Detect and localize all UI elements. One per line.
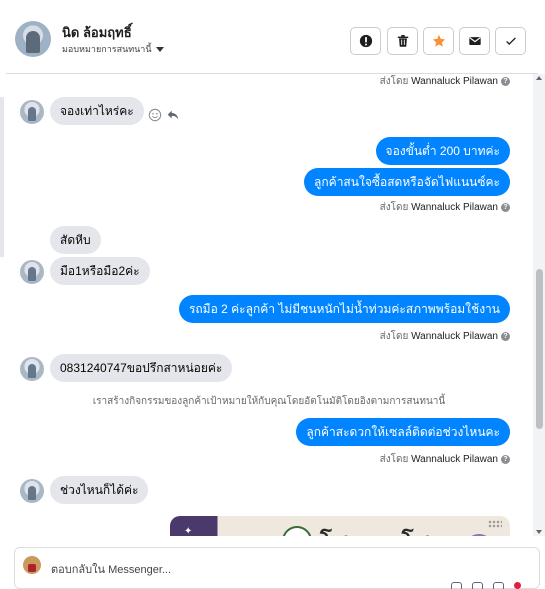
scrollbar-thumb[interactable]: [536, 269, 543, 429]
left-panel-edge: [0, 97, 4, 257]
conversation-header: นิด ล้อมฤทธิ์ มอบหมายการสนทนานี้: [6, 6, 538, 74]
incoming-message[interactable]: สัดหีบ: [50, 226, 101, 254]
outgoing-message[interactable]: จองขั้นต่ำ 200 บาทค่ะ: [375, 137, 510, 165]
thread-scrollbar[interactable]: [533, 74, 545, 536]
emoji-icon[interactable]: [493, 582, 504, 589]
contact-avatar[interactable]: [15, 21, 51, 57]
incoming-message[interactable]: ช่วงไหนก็ได้ค่ะ: [50, 476, 149, 504]
delete-button[interactable]: [387, 27, 418, 55]
scroll-down-icon[interactable]: [536, 530, 542, 534]
report-button[interactable]: [350, 27, 381, 55]
sent-by-line: ส่งโดย Wannaluck Pilawan?: [380, 74, 510, 89]
reply-icon[interactable]: [166, 108, 180, 122]
outgoing-message[interactable]: ลูกค้าสะดวกให้เซลล์ติดต่อช่วงไหนคะ: [296, 418, 510, 446]
composer-tools: [451, 582, 521, 589]
attach-icon[interactable]: [451, 582, 462, 589]
scroll-up-icon[interactable]: [536, 76, 542, 80]
record-icon[interactable]: [514, 582, 521, 589]
mark-done-button[interactable]: [495, 27, 526, 55]
star-button[interactable]: [423, 27, 454, 55]
check-icon: [505, 37, 516, 46]
incoming-message[interactable]: มือ1หรือมือ2ค่ะ: [50, 257, 150, 285]
contact-avatar-small[interactable]: [20, 479, 44, 503]
mail-icon: [468, 37, 481, 45]
sender-name[interactable]: Wannaluck Pilawan: [411, 454, 498, 465]
contact-name[interactable]: นิด ล้อมฤทธิ์: [62, 22, 132, 43]
sender-name[interactable]: Wannaluck Pilawan: [411, 331, 498, 342]
system-note: เราสร้างกิจกรรมของลูกค้าเป้าหมายให้กับคุ…: [92, 396, 446, 407]
sender-name[interactable]: Wannaluck Pilawan: [411, 76, 498, 87]
report-icon: [359, 34, 372, 48]
decorative-circle: [464, 534, 494, 536]
sent-by-label: ส่งโดย: [379, 454, 409, 465]
sender-name[interactable]: Wannaluck Pilawan: [411, 202, 498, 213]
attachment-title: โชคคูณโชค: [320, 524, 446, 536]
contact-avatar-small[interactable]: [20, 260, 44, 284]
sent-by-line: ส่งโดย Wannaluck Pilawan?: [380, 329, 510, 344]
sent-by-label: ส่งโดย: [379, 76, 409, 87]
sparkle-icon: ✦: [184, 526, 193, 536]
emoji-icon[interactable]: [148, 108, 162, 122]
star-icon: [432, 34, 445, 47]
chevron-down-icon: [155, 47, 164, 53]
sent-by-line: ส่งโดย Wannaluck Pilawan?: [380, 452, 510, 467]
brand-logo: [282, 526, 312, 536]
info-icon[interactable]: ?: [501, 454, 510, 464]
assign-conversation-label: มอบหมายการสนทนานี้: [62, 44, 152, 54]
sent-by-line: ส่งโดย Wannaluck Pilawan?: [380, 200, 510, 215]
page-avatar: [23, 556, 41, 574]
incoming-message[interactable]: 0831240747ขอปรึกสาหน่อยค่ะ: [50, 354, 233, 382]
info-icon[interactable]: ?: [501, 202, 510, 212]
sent-by-label: ส่งโดย: [379, 202, 409, 213]
info-icon[interactable]: ?: [501, 76, 510, 86]
assign-conversation-dropdown[interactable]: มอบหมายการสนทนานี้: [62, 42, 164, 56]
image-icon[interactable]: [472, 582, 483, 589]
incoming-message[interactable]: จองเท่าไหร่คะ: [50, 97, 144, 125]
reply-input[interactable]: ตอบกลับใน Messenger...: [51, 560, 171, 578]
decorative-dots: [488, 520, 502, 528]
info-icon[interactable]: ?: [501, 331, 510, 341]
message-thread[interactable]: ส่งโดย Wannaluck Pilawan? จองเท่าไหร่คะ …: [6, 74, 532, 536]
sent-by-label: ส่งโดย: [379, 331, 409, 342]
reply-composer[interactable]: ตอบกลับใน Messenger...: [14, 547, 540, 589]
message-actions: [148, 108, 180, 122]
outgoing-message[interactable]: ลูกค้าสนใจซื้อสดหรือจัดไฟแนนซ์คะ: [304, 168, 510, 196]
outgoing-message[interactable]: รถมือ 2 ค่ะลูกค้า ไม่มีชนหนักไม่น้ำท่วมค…: [178, 295, 510, 323]
mark-unread-button[interactable]: [459, 27, 490, 55]
image-attachment[interactable]: ✦ โชคคูณโชค: [170, 516, 510, 536]
contact-avatar-small[interactable]: [20, 357, 44, 381]
contact-avatar-small[interactable]: [20, 100, 44, 124]
trash-icon: [397, 35, 408, 47]
